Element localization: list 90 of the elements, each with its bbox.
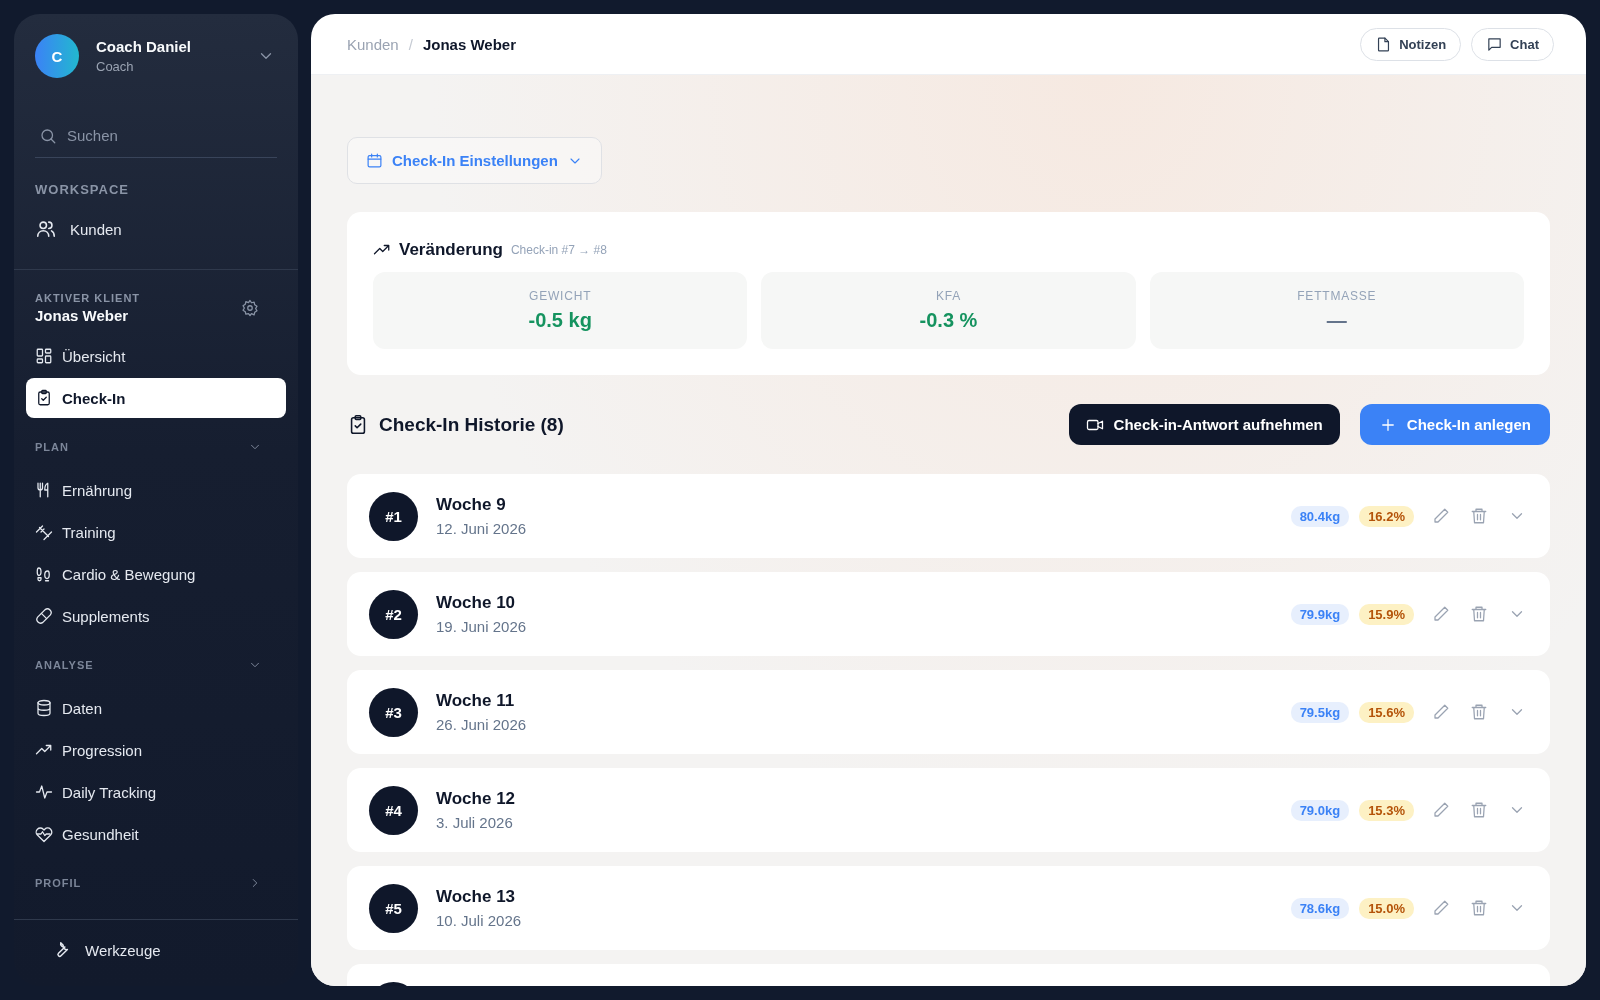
chat-button[interactable]: Chat: [1471, 27, 1554, 61]
checkin-number: #1: [369, 491, 418, 541]
nav-item[interactable]: Check-In: [26, 378, 286, 418]
stat-label: KFA: [935, 289, 962, 303]
bodyfat-badge: 15.3%: [1359, 799, 1414, 821]
trash-icon: [1470, 507, 1488, 525]
trash-icon: [1470, 899, 1488, 917]
breadcrumb-separator: /: [408, 35, 413, 53]
avatar: C: [35, 34, 79, 78]
trash-icon: [1470, 605, 1488, 623]
record-button[interactable]: Check-in-Antwort aufnehmen: [1068, 404, 1340, 445]
calendar-icon: [366, 152, 383, 169]
section-title: Check-In Historie (8): [379, 413, 564, 436]
breadcrumb-current: Jonas Weber: [422, 35, 516, 53]
stat-label: GEWICHT: [529, 289, 592, 303]
nav-item[interactable]: Supplements: [26, 596, 286, 636]
add-checkin-button[interactable]: Check-In anlegen: [1359, 404, 1550, 445]
settings-icon: [241, 299, 259, 317]
client-name: Jonas Weber: [35, 307, 130, 324]
checkin-number: #2: [369, 589, 418, 639]
checkin-date: 3. Juli 2026: [436, 814, 514, 831]
stat-value: —: [1326, 309, 1347, 332]
nav-item[interactable]: Werkzeuge: [26, 930, 286, 970]
checkin-title: Woche 10: [436, 593, 517, 613]
pencil-icon: [1432, 507, 1450, 525]
section-toggle[interactable]: ANALYSE: [26, 658, 286, 672]
checkin-number: #3: [369, 687, 418, 737]
stat-value: -0.3 %: [919, 309, 978, 332]
weight-badge: 79.0kg: [1290, 799, 1350, 821]
users-icon: [35, 218, 57, 240]
checkin-number: #5: [369, 883, 418, 933]
checkin-card[interactable]: #3 Woche 11 26. Juni 2026 79.5kg 15.6%: [347, 670, 1550, 754]
checkin-date: 19. Juni 2026: [436, 618, 527, 635]
nav-item[interactable]: Training: [26, 512, 286, 552]
nav-item[interactable]: Übersicht: [26, 336, 286, 376]
checkin-title: Woche 12: [436, 789, 516, 809]
bodyfat-badge: 15.9%: [1359, 603, 1414, 625]
pencil-icon: [1432, 801, 1450, 819]
search-icon: [39, 126, 57, 145]
bodyfat-badge: 15.6%: [1359, 701, 1414, 723]
stat-value: -0.5 kg: [528, 309, 592, 332]
bodyfat-badge: 16.2%: [1359, 505, 1414, 527]
section-toggle[interactable]: PLAN: [26, 440, 286, 454]
grid-icon: [35, 347, 53, 365]
trash-icon: [1470, 801, 1488, 819]
user-name: Coach Daniel: [96, 38, 193, 55]
checkin-card[interactable]: #4 Woche 12 3. Juli 2026 79.0kg 15.3%: [347, 768, 1550, 852]
nav-item[interactable]: Ernährung: [26, 470, 286, 510]
nav-item[interactable]: Daten: [26, 688, 286, 728]
pencil-icon: [1432, 605, 1450, 623]
card-subtitle: Check-in #7 → #8: [510, 243, 607, 257]
pulse-icon: [35, 783, 53, 801]
pill-icon: [35, 607, 53, 625]
pencil-icon: [1432, 899, 1450, 917]
weight-badge: 80.4kg: [1290, 505, 1350, 527]
card-title: Veränderung: [399, 240, 503, 260]
pencil-icon: [1432, 703, 1450, 721]
checkin-date: 26. Juni 2026: [436, 716, 527, 733]
nav-item[interactable]: Gesundheit: [26, 814, 286, 854]
nav-item[interactable]: Daily Tracking: [26, 772, 286, 812]
checkin-card[interactable]: #5 Woche 13 10. Juli 2026 78.6kg 15.0%: [347, 866, 1550, 950]
search-field[interactable]: Suchen: [65, 126, 219, 145]
weight-badge: 78.6kg: [1290, 897, 1350, 919]
section-label: AKTIVER KLIENT: [35, 292, 142, 304]
checkin-date: 12. Juni 2026: [436, 520, 527, 537]
checkin-number: #4: [369, 785, 418, 835]
clipboard-icon: [35, 389, 53, 407]
weight-badge: 79.9kg: [1290, 603, 1350, 625]
nav-item[interactable]: Progression: [26, 730, 286, 770]
checkin-date: 10. Juli 2026: [436, 912, 522, 929]
notes-button[interactable]: Notizen: [1360, 27, 1462, 61]
heart-pulse-icon: [35, 825, 53, 843]
nav-item[interactable]: Cardio & Bewegung: [26, 554, 286, 594]
checkin-title: Woche 13: [436, 887, 517, 907]
bodyfat-badge: 15.0%: [1359, 897, 1414, 919]
chat-icon: [1486, 35, 1504, 53]
footprints-icon: [35, 565, 53, 583]
trash-icon: [1470, 703, 1488, 721]
nav-item[interactable]: Kunden: [26, 209, 286, 249]
checkin-title: Woche 9: [436, 495, 507, 515]
checkin-card[interactable]: #2 Woche 10 19. Juni 2026 79.9kg 15.9%: [347, 572, 1550, 656]
user-role: Coach: [96, 59, 135, 74]
checkin-title: Woche 11: [436, 691, 516, 711]
section-toggle[interactable]: PROFIL: [26, 876, 286, 890]
section-label: WORKSPACE: [35, 182, 130, 197]
checkin-card[interactable]: #1 Woche 9 12. Juni 2026 80.4kg 16.2%: [347, 474, 1550, 558]
settings-button[interactable]: [239, 297, 261, 319]
stat-label: FETTMASSE: [1297, 289, 1377, 303]
weight-badge: 79.5kg: [1290, 701, 1350, 723]
database-icon: [35, 699, 53, 717]
